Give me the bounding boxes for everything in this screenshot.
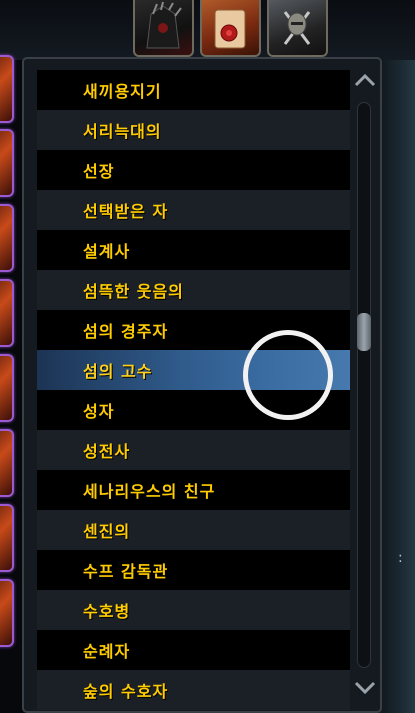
ability-icon[interactable] [0, 579, 14, 647]
world-background [382, 60, 415, 713]
ability-icon[interactable] [0, 55, 14, 123]
title-list-item[interactable]: 선장 [37, 150, 350, 190]
ability-icon[interactable] [0, 279, 14, 347]
title-label: 수호병 [83, 602, 131, 621]
title-list-item[interactable]: 선택받은 자 [37, 190, 350, 230]
title-label: 섬의 고수 [83, 362, 153, 381]
title-label: 새끼용지기 [83, 82, 162, 101]
left-icon-column [0, 55, 14, 695]
title-list-item[interactable]: 새끼용지기 [37, 70, 350, 110]
title-label: 성전사 [83, 442, 131, 461]
title-list-item[interactable]: 수프 감독관 [37, 550, 350, 590]
title-label: 순례자 [83, 642, 131, 661]
title-list-item[interactable]: 숲의 수호자 [37, 670, 350, 710]
title-list-item[interactable]: 순례자 [37, 630, 350, 670]
scroll-down-button[interactable] [350, 676, 380, 700]
armored-helm-icon [146, 1, 182, 49]
chevron-down-icon [354, 681, 376, 695]
scroll-seal-icon [214, 9, 246, 49]
scrollbar-thumb[interactable] [357, 313, 371, 351]
ability-icon[interactable] [0, 204, 14, 272]
title-label: 숲의 수호자 [83, 682, 169, 701]
title-list-item[interactable]: 세나리우스의 친구 [37, 470, 350, 510]
title-list-item[interactable]: 설계사 [37, 230, 350, 270]
title-label: 선장 [83, 162, 115, 181]
tab-armor[interactable] [133, 0, 194, 57]
title-label: 수프 감독관 [83, 562, 169, 581]
title-list-item[interactable]: 섬뜩한 웃음의 [37, 270, 350, 310]
title-label: 설계사 [83, 242, 131, 261]
tab-titles[interactable] [200, 0, 261, 57]
title-label: 섬의 경주자 [83, 322, 169, 341]
title-list-item[interactable]: 서리늑대의 [37, 110, 350, 150]
ability-icon[interactable] [0, 129, 14, 197]
click-highlight-circle [243, 330, 333, 420]
title-label: 선택받은 자 [83, 202, 169, 221]
ability-icon[interactable] [0, 429, 14, 497]
title-list-item[interactable]: 센진의 [37, 510, 350, 550]
title-list-item[interactable]: 성전사 [37, 430, 350, 470]
ability-icon[interactable] [0, 504, 14, 572]
stray-text: : [398, 550, 403, 566]
title-list-item[interactable]: 수호병 [37, 590, 350, 630]
scroll-up-button[interactable] [350, 68, 380, 92]
tab-equipment[interactable] [267, 0, 328, 57]
title-label: 세나리우스의 친구 [83, 482, 216, 501]
knight-crossed-swords-icon [283, 11, 311, 45]
chevron-up-icon [354, 73, 376, 87]
scrollbar-track[interactable] [357, 102, 371, 668]
title-label: 섬뜩한 웃음의 [83, 282, 184, 301]
title-label: 센진의 [83, 522, 131, 541]
ability-icon[interactable] [0, 354, 14, 422]
title-label: 서리늑대의 [83, 122, 162, 141]
title-label: 성자 [83, 402, 115, 421]
